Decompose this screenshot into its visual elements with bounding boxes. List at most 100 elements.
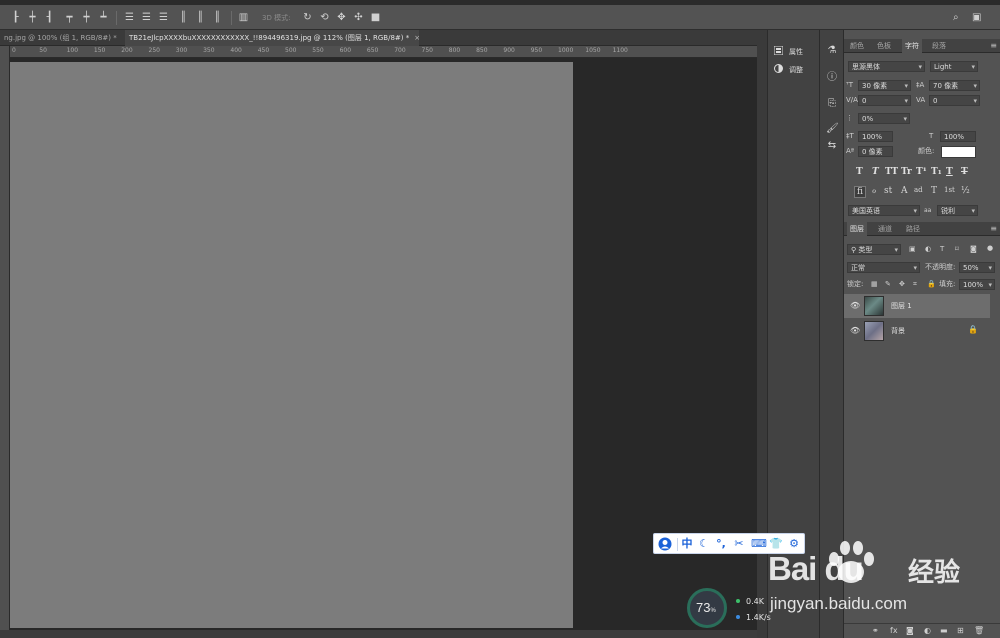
distribute-left-icon[interactable]: ║ — [178, 12, 189, 23]
pan-3d-icon[interactable]: ✥ — [336, 12, 347, 23]
search-icon[interactable]: ⌕ — [953, 12, 959, 23]
tracking-field[interactable]: 0 ▾ — [929, 95, 980, 106]
shirt-icon[interactable]: 👕 — [769, 537, 783, 551]
workspace-icon[interactable]: ▣ — [972, 12, 981, 23]
tab-channels[interactable]: 通道 — [875, 222, 895, 236]
trash-icon[interactable]: 🗑 — [974, 626, 984, 635]
panel-menu-icon[interactable]: ≡ — [990, 224, 997, 233]
filter-adjustment-icon[interactable]: ◐ — [925, 244, 931, 255]
lang-toggle[interactable]: 中 — [680, 537, 694, 551]
filter-pixel-icon[interactable]: ▣ — [909, 244, 916, 255]
close-icon[interactable]: × — [414, 34, 419, 42]
mask-icon[interactable]: ◙ — [906, 626, 914, 635]
faux-bold-button[interactable]: T — [856, 167, 863, 177]
distribute-vcenter-icon[interactable]: ☰ — [141, 12, 152, 23]
tab-color[interactable]: 颜色 — [847, 39, 867, 53]
tab-swatches[interactable]: 色板 — [874, 39, 894, 53]
link-icon[interactable]: ⚭ — [872, 626, 879, 635]
titling-button[interactable]: T — [931, 186, 937, 196]
tab-layers[interactable]: 图层 — [847, 222, 867, 236]
language-select[interactable]: 美国英语 ▾ — [848, 205, 920, 216]
subscript-button[interactable]: T₁ — [931, 167, 942, 177]
align-hcenter-icon[interactable]: ┿ — [27, 12, 38, 23]
new-layer-icon[interactable]: ⊞ — [957, 626, 964, 635]
punct-icon[interactable]: °, — [714, 537, 728, 551]
lock-image-icon[interactable]: ✎ — [885, 279, 891, 290]
document-canvas[interactable] — [10, 62, 573, 628]
brush-icon[interactable]: 🖌 — [826, 123, 839, 135]
ligatures-button[interactable]: fi — [854, 186, 867, 198]
filter-smart-icon[interactable]: ◙ — [970, 244, 977, 255]
old-style-button[interactable]: ℴ — [872, 186, 876, 196]
visibility-eye-icon[interactable]: 👁 — [850, 301, 860, 310]
fractions-button[interactable]: ½ — [961, 186, 970, 196]
align-top-icon[interactable]: ┯ — [64, 12, 75, 23]
superscript-button[interactable]: T¹ — [916, 167, 927, 177]
blend-mode-select[interactable]: 正常 ▾ — [847, 262, 920, 273]
align-vcenter-icon[interactable]: ┿ — [81, 12, 92, 23]
orbit-3d-icon[interactable]: ↻ — [302, 12, 313, 23]
stylistic-alternates-button[interactable]: ad — [914, 186, 923, 194]
roll-3d-icon[interactable]: ⟲ — [319, 12, 330, 23]
align-left-icon[interactable]: ┠ — [10, 12, 21, 23]
swash-button[interactable]: A — [901, 186, 908, 196]
tsume-field[interactable]: 0% ▾ — [858, 113, 910, 124]
distribute-hcenter-icon[interactable]: ║ — [195, 12, 206, 23]
keyboard-icon[interactable]: ⌨ — [751, 537, 767, 551]
gear-icon[interactable]: ⚙ — [787, 537, 801, 551]
vertical-scale-field[interactable]: 100% — [858, 131, 893, 142]
filter-shape-icon[interactable]: ⌑ — [955, 244, 959, 255]
lock-all-icon[interactable]: 🔒 — [927, 279, 936, 290]
ordinals-button[interactable]: 1st — [944, 186, 955, 194]
network-speed-widget[interactable]: 73% 0.4K 1.4K/s — [687, 588, 777, 628]
history-icon[interactable]: ⚗ — [826, 45, 838, 57]
tab-document-1[interactable]: ng.jpg @ 100% (组 1, RGB/8#) *× — [0, 30, 122, 46]
scale-3d-icon[interactable]: ■ — [370, 12, 381, 23]
panel-menu-icon[interactable]: ≡ — [990, 41, 997, 50]
strikethrough-button[interactable]: T — [961, 167, 968, 177]
filter-type-icon[interactable]: T — [940, 244, 944, 255]
font-size-field[interactable]: 30 像素 ▾ — [858, 80, 911, 91]
font-style-select[interactable]: Light ▾ — [930, 61, 978, 72]
slide-3d-icon[interactable]: ✣ — [353, 12, 364, 23]
text-color-swatch[interactable] — [941, 146, 976, 158]
font-family-select[interactable]: 思源黑体 ▾ — [848, 61, 925, 72]
info-icon[interactable]: ⓘ — [826, 72, 838, 84]
fx-icon[interactable]: fx — [890, 626, 898, 635]
visibility-eye-icon[interactable]: 👁 — [850, 326, 860, 335]
tab-document-2[interactable]: TB21eJlcpXXXXbuXXXXXXXXXXXX_!!894496319.… — [125, 30, 419, 46]
distribute-right-icon[interactable]: ║ — [212, 12, 223, 23]
kerning-field[interactable]: 0 ▾ — [858, 95, 911, 106]
lock-position-icon[interactable]: ✥ — [899, 279, 905, 290]
ruler-vertical[interactable] — [0, 46, 10, 630]
baseline-shift-field[interactable]: 0 像素 — [858, 146, 893, 157]
moon-icon[interactable]: ☾ — [697, 537, 711, 551]
all-caps-button[interactable]: TT — [885, 167, 898, 177]
underline-button[interactable]: T — [946, 167, 953, 177]
horizontal-scale-field[interactable]: 100% — [940, 131, 976, 142]
tab-paragraph[interactable]: 段落 — [929, 39, 949, 53]
opacity-field[interactable]: 50% ▾ — [959, 262, 995, 273]
lock-transparent-icon[interactable]: ▦ — [871, 279, 878, 290]
properties-button[interactable]: 属性 — [773, 45, 803, 59]
tab-character[interactable]: 字符 — [902, 39, 922, 53]
fill-field[interactable]: 100% ▾ — [959, 279, 995, 290]
anti-alias-select[interactable]: 锐利 ▾ — [937, 205, 978, 216]
small-caps-button[interactable]: Tr — [901, 167, 912, 177]
faux-italic-button[interactable]: T — [872, 167, 879, 177]
discretionary-ligatures-button[interactable]: st — [884, 186, 892, 196]
scissors-icon[interactable]: ✂ — [732, 537, 746, 551]
adjustment-icon[interactable]: ◐ — [924, 626, 931, 635]
user-icon[interactable] — [658, 537, 672, 551]
clone-source-icon[interactable]: ⎘ — [826, 98, 838, 110]
ruler-horizontal[interactable]: 0 50 100 150 200 250 300 350 400 450 500 550 600 650 7… — [10, 46, 757, 58]
layer-comps-icon[interactable]: ⇆ — [826, 140, 838, 152]
distribute-top-icon[interactable]: ☰ — [124, 12, 135, 23]
adjustments-button[interactable]: 调整 — [774, 63, 803, 77]
layer-row-background[interactable]: 👁 背景 🔒 — [844, 319, 990, 343]
layer-row-layer-1[interactable]: 👁 图层 1 — [844, 294, 990, 318]
tab-paths[interactable]: 路径 — [903, 222, 923, 236]
layer-filter-select[interactable]: ⚲ 类型 ▾ — [847, 244, 901, 255]
filter-toggle-icon[interactable]: ● — [987, 243, 993, 254]
align-right-icon[interactable]: ┨ — [44, 12, 55, 23]
